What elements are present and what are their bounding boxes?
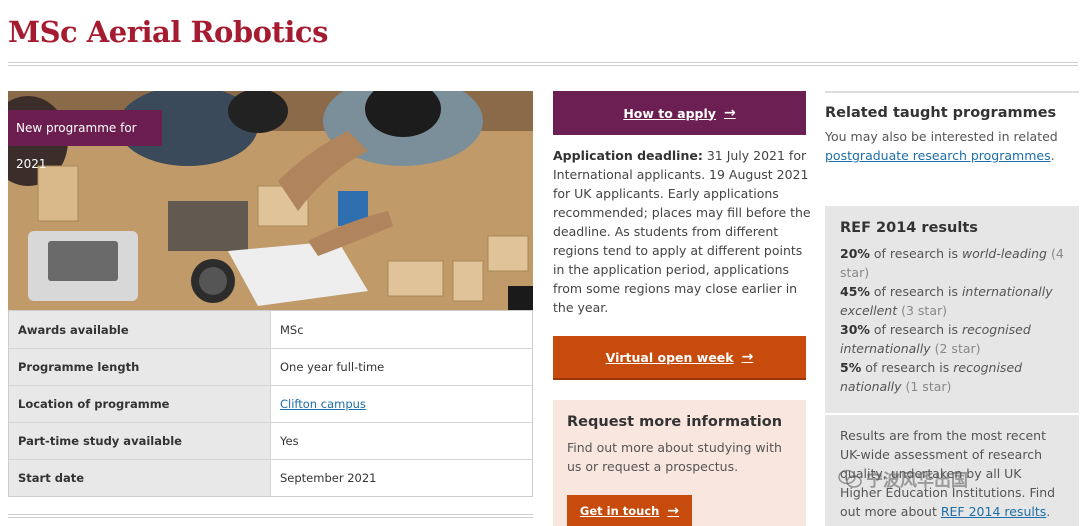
deadline-body: 31 July 2021 for International applicant… [553, 148, 811, 315]
table-row: Location of programme Clifton campus [9, 385, 532, 422]
ref-results-list: 20% of research is world-leading (4 star… [840, 244, 1065, 396]
list-item: 20% of research is world-leading (4 star… [840, 244, 1065, 282]
ref-2014-results-link[interactable]: REF 2014 results [941, 504, 1046, 519]
related-programmes-title: Related taught programmes [825, 105, 1057, 121]
watermark-text: 宁波风华出国 [866, 471, 968, 491]
virtual-open-week-button[interactable]: Virtual open week → [553, 336, 806, 380]
arrow-right-icon: → [723, 105, 736, 121]
page-title: MSc Aerial Robotics [8, 15, 328, 49]
ref-text: of research is [869, 322, 962, 337]
ref-stars: (1 star) [901, 379, 952, 394]
table-row: Start date September 2021 [9, 459, 532, 496]
get-in-touch-button[interactable]: Get in touch → [567, 495, 692, 526]
programme-facts-table: Awards available MSc Programme length On… [8, 310, 533, 497]
list-item: 30% of research is recognised internatio… [840, 320, 1065, 358]
ref-stars: (2 star) [930, 341, 981, 356]
fact-label: Awards available [9, 311, 270, 348]
fact-value: One year full-time [270, 349, 532, 385]
wechat-icon [838, 469, 862, 488]
deadline-label: Application deadline: [553, 148, 703, 163]
ref-quality: world-leading [961, 246, 1047, 261]
title-divider [8, 62, 1078, 66]
ref-text: of research is [861, 360, 954, 375]
section-divider [8, 514, 533, 518]
ref-results-title: REF 2014 results [840, 220, 978, 236]
get-in-touch-label: Get in touch [579, 503, 660, 518]
related-programmes: Related taught programmes You may also b… [825, 91, 1079, 165]
clifton-campus-link[interactable]: Clifton campus [280, 397, 366, 411]
fact-label: Part-time study available [9, 423, 270, 459]
ref-text: of research is [869, 246, 962, 261]
fact-value: Clifton campus [270, 386, 532, 422]
postgraduate-research-link[interactable]: postgraduate research programmes [825, 148, 1051, 163]
request-info-text: Find out more about studying with us or … [567, 440, 782, 474]
related-programmes-text: You may also be interested in related po… [825, 127, 1079, 165]
related-text-after: . [1050, 148, 1055, 163]
request-info-title: Request more information [567, 414, 783, 430]
fact-label: Location of programme [9, 386, 270, 422]
list-item: 45% of research is internationally excel… [840, 282, 1065, 320]
related-text-before: You may also be interested in related [825, 129, 1058, 144]
arrow-right-icon: → [667, 502, 680, 519]
fact-label: Programme length [9, 349, 270, 385]
list-item: 5% of research is recognised nationally … [840, 358, 1065, 396]
request-info-panel: Request more information Find out more a… [553, 400, 806, 526]
table-row: Awards available MSc [9, 311, 532, 348]
ref-pct: 45% [840, 284, 870, 299]
table-row: Part-time study available Yes [9, 422, 532, 459]
ref-note-after: . [1046, 504, 1051, 519]
ref-pct: 20% [840, 246, 870, 261]
ref-divider [825, 413, 1079, 415]
ref-stars: (3 star) [897, 303, 947, 318]
table-row: Programme length One year full-time [9, 348, 532, 385]
new-programme-badge: New programme for 2021 [8, 110, 162, 171]
watermark: 宁波风华出国 [838, 466, 968, 491]
fact-value: MSc [270, 311, 532, 348]
ref-pct: 5% [840, 360, 862, 375]
ref-pct: 30% [840, 322, 870, 337]
fact-label: Start date [9, 460, 270, 496]
fact-value: September 2021 [270, 460, 532, 496]
arrow-right-icon: → [741, 349, 754, 365]
virtual-open-week-label: Virtual open week [605, 349, 734, 365]
how-to-apply-button[interactable]: How to apply → [553, 91, 806, 135]
fact-value: Yes [270, 423, 532, 459]
application-deadline-text: Application deadline: 31 July 2021 for I… [553, 146, 811, 317]
how-to-apply-label: How to apply [623, 105, 716, 121]
ref-text: of research is [869, 284, 962, 299]
